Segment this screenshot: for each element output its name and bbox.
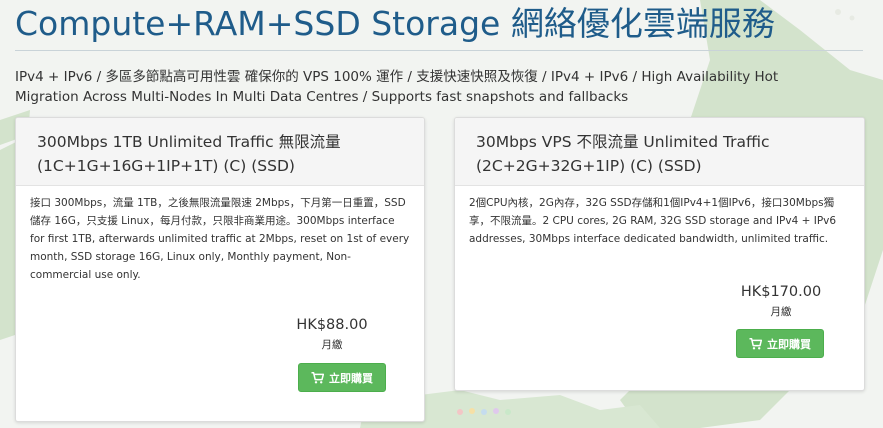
plan-description: 接口 300Mbps，流量 1TB，之後無限流量限速 2Mbps，下月第一日重置… xyxy=(30,197,410,281)
plan-card-header: 300Mbps 1TB Unlimited Traffic 無限流量 (1C+1… xyxy=(16,118,424,186)
page-title: Compute+RAM+SSD Storage 網絡優化雲端服務 xyxy=(15,4,775,43)
plan-price: HK$170.00 xyxy=(740,284,822,300)
buy-now-label: 立即購買 xyxy=(329,371,373,385)
buy-now-button[interactable]: 立即購買 xyxy=(298,363,386,392)
shopping-cart-icon xyxy=(749,337,762,349)
plan-spec: (2C+2G+32G+1IP) (C) (SSD) xyxy=(476,157,702,175)
plan-description: 2個CPU內核，2G內存，32G SSD存儲和1個IPv4+1個IPv6，接口3… xyxy=(469,197,837,245)
plan-card-300mbps: 300Mbps 1TB Unlimited Traffic 無限流量 (1C+1… xyxy=(15,117,425,422)
plan-card-30mbps: 30Mbps VPS 不限流量 Unlimited Traffic (2C+2G… xyxy=(454,117,865,391)
plan-name: 300Mbps 1TB Unlimited Traffic 無限流量 xyxy=(37,133,341,151)
plan-billing-period: 月繳 xyxy=(321,339,343,351)
title-divider xyxy=(15,50,863,51)
plan-spec: (1C+1G+16G+1IP+1T) (C) (SSD) xyxy=(37,157,295,175)
buy-now-label: 立即購買 xyxy=(767,337,811,351)
page-subtitle: IPv4 + IPv6 / 多區多節點高可用性雲 確保你的 VPS 100% 運… xyxy=(15,69,779,105)
plan-billing-period: 月繳 xyxy=(770,306,792,318)
plan-name: 30Mbps VPS 不限流量 Unlimited Traffic xyxy=(476,133,770,151)
plan-price: HK$88.00 xyxy=(296,317,368,333)
buy-now-button[interactable]: 立即購買 xyxy=(736,329,824,358)
plan-card-header: 30Mbps VPS 不限流量 Unlimited Traffic (2C+2G… xyxy=(455,118,864,186)
shopping-cart-icon xyxy=(311,371,324,383)
